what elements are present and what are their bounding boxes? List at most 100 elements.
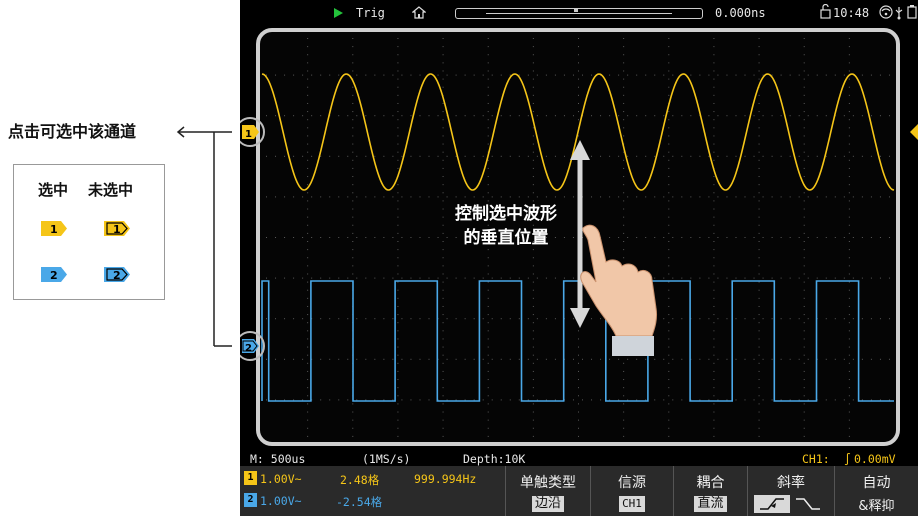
grid-dot: [816, 74, 818, 76]
grid-dot: [713, 241, 715, 242]
timebase[interactable]: M: 500us: [250, 452, 305, 466]
grid-dot: [419, 115, 421, 117]
grid-dot: [578, 102, 579, 104]
memory-depth[interactable]: Depth:10K: [463, 452, 525, 466]
grid-dot: [699, 237, 701, 238]
grid-dot: [442, 338, 444, 340]
menu-trigger-type[interactable]: 单触类型 边沿: [505, 466, 590, 516]
grid-dot: [681, 155, 683, 157]
grid-dot: [803, 427, 805, 429]
grid-dot: [410, 115, 412, 117]
ch1-readout[interactable]: 1 1.00V~ 2.48格 999.994Hz: [244, 470, 476, 488]
menu-trigger-mode[interactable]: 自动 &释抑: [834, 466, 918, 516]
menu-slope[interactable]: 斜率: [747, 466, 834, 516]
grid-dot: [681, 115, 683, 117]
grid-dot: [365, 196, 367, 198]
grid-dot: [663, 318, 665, 320]
grid-dot: [365, 115, 367, 117]
grid-dot: [320, 155, 322, 157]
grid-dot: [807, 196, 809, 198]
grid-dot: [563, 74, 565, 76]
grid-dot: [713, 232, 715, 234]
grid-dot: [397, 143, 399, 145]
grid-dot: [870, 196, 872, 198]
grid-dot: [532, 143, 534, 145]
grid-dot: [668, 395, 670, 397]
drag-hint: 控制选中波形 的垂直位置: [455, 204, 557, 248]
grid-dot: [848, 330, 850, 332]
grid-dot: [758, 249, 760, 251]
grid-dot: [397, 94, 399, 96]
grid-dot: [397, 249, 399, 251]
grid-dot: [627, 115, 629, 117]
grid-dot: [302, 74, 304, 76]
grid-dot: [401, 318, 403, 320]
grid-dot: [532, 62, 534, 64]
grid-dot: [442, 322, 444, 324]
grid-dot: [591, 115, 593, 117]
svg-text:2: 2: [245, 343, 252, 354]
grid-dot: [536, 74, 538, 76]
grid-dot: [668, 62, 670, 64]
menu-coupling[interactable]: 耦合 直流: [673, 466, 747, 516]
grid-dot: [532, 257, 534, 259]
grid-dot: [307, 38, 309, 39]
grid-dot: [861, 318, 863, 320]
grid-dot: [744, 318, 746, 320]
grid-dot: [735, 237, 737, 238]
grid-dot: [487, 387, 489, 389]
grid-dot: [654, 155, 656, 157]
grid-dot: [532, 419, 534, 421]
grid-dot: [545, 196, 547, 198]
grid-dot: [888, 277, 890, 279]
grid-dot: [623, 249, 625, 251]
grid-dot: [347, 115, 349, 117]
grid-dot: [545, 358, 547, 360]
grid-dot: [600, 115, 602, 117]
grid-dot: [518, 399, 520, 401]
grid-dot: [623, 70, 625, 72]
grid-dot: [352, 224, 354, 226]
grid-dot: [848, 387, 850, 389]
grid-dot: [320, 277, 322, 279]
grid-dot: [352, 427, 354, 429]
grid-dot: [663, 277, 665, 279]
grid-dot: [307, 159, 309, 161]
grid-dot: [383, 237, 385, 238]
grid-dot: [329, 155, 331, 157]
grid-dot: [861, 358, 863, 360]
grid-dot: [383, 115, 385, 117]
grid-dot: [352, 62, 354, 64]
grid-dot: [672, 358, 674, 360]
grid-dot: [654, 196, 656, 198]
ch2-readout[interactable]: 2 1.00V~ -2.54格: [244, 492, 382, 510]
grid-dot: [464, 277, 466, 279]
menu-source[interactable]: 信源 CH1: [590, 466, 673, 516]
grid-dot: [690, 237, 692, 238]
grid-dot: [578, 111, 579, 113]
grid-dot: [668, 176, 670, 178]
grid-dot: [500, 399, 502, 401]
grid-dot: [848, 354, 850, 356]
grid-dot: [307, 314, 309, 316]
grid-dot: [428, 115, 430, 117]
ch1-number-badge: 1: [244, 470, 257, 485]
grid-dot: [518, 358, 520, 360]
grid-dot: [397, 86, 399, 88]
grid-dot: [848, 403, 850, 405]
grid-dot: [428, 399, 430, 401]
grid-dot: [352, 257, 354, 259]
grid-dot: [532, 435, 534, 437]
grid-dot: [668, 354, 670, 356]
grid-dot: [861, 115, 863, 117]
grid-dot: [532, 314, 534, 316]
grid-dot: [397, 379, 399, 381]
grid-dot: [668, 289, 670, 291]
grid-dot: [848, 419, 850, 421]
grid-dot: [744, 277, 746, 279]
slope-selector[interactable]: [754, 494, 828, 514]
grid-dot: [487, 70, 489, 72]
grid-dot: [744, 115, 746, 117]
grid-dot: [442, 305, 444, 307]
grid-dot: [758, 70, 760, 72]
